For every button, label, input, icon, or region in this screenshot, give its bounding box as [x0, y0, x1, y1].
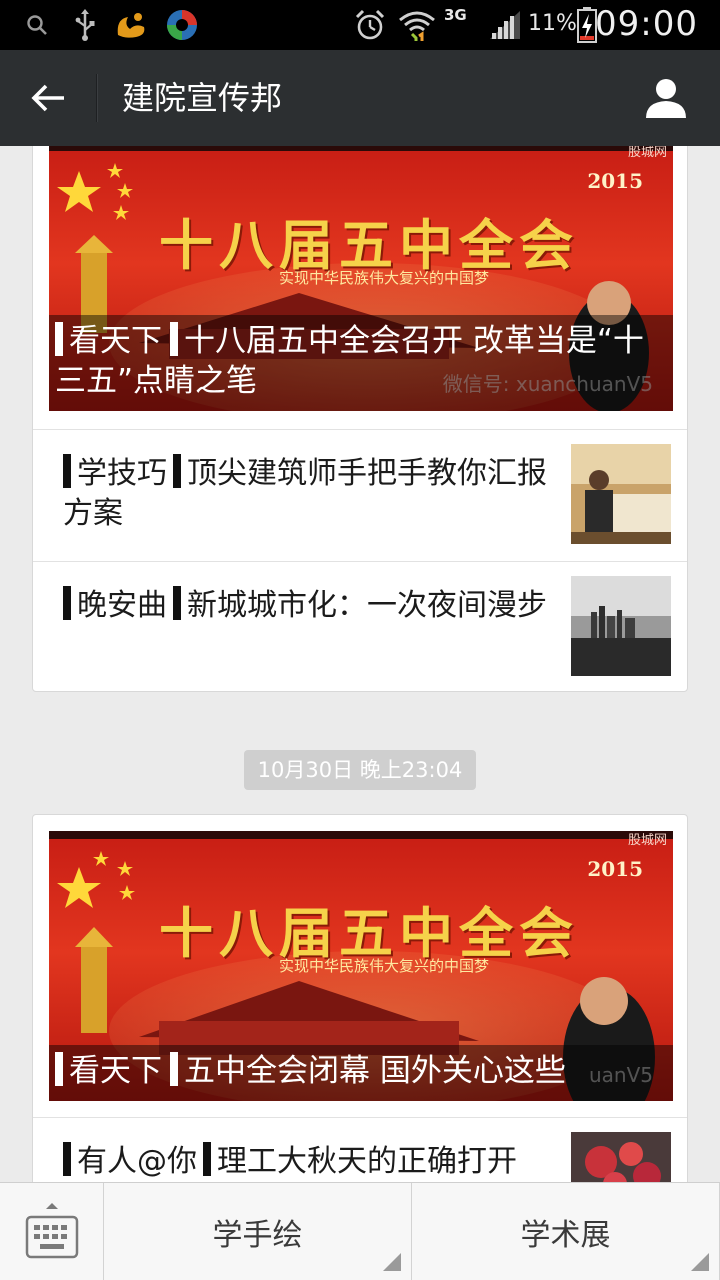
app-bar: 建院宣传邦	[0, 50, 720, 146]
article-tag: 看天下	[69, 1053, 162, 1089]
submenu-indicator-icon	[383, 1253, 401, 1271]
menu-button-academic-exhibition[interactable]: 学术展	[412, 1183, 720, 1280]
article-title: 有人@你 理工大秋天的正确打开	[63, 1142, 553, 1182]
list-item[interactable]: 有人@你 理工大秋天的正确打开	[33, 1117, 687, 1182]
hero-image-watermark: 股城网	[627, 146, 667, 160]
autumn-leaves-photo	[571, 1132, 671, 1182]
menu-button-hand-drawing[interactable]: 学手绘	[104, 1183, 412, 1280]
article-group-card: 股城网 2015 十八届五中全会 实现中华民族伟大复兴的中国梦 微信号: xua…	[32, 146, 688, 692]
back-button[interactable]	[18, 70, 78, 126]
hero-image-year: 2015	[587, 169, 643, 193]
keyboard-icon	[25, 1203, 79, 1259]
app-icon	[162, 0, 202, 50]
hero-image-subtitle: 实现中华民族伟大复兴的中国梦	[279, 269, 490, 287]
menu-button-label: 学手绘	[212, 1218, 303, 1253]
status-bar: 3G 11% 09:00	[0, 0, 720, 50]
article-tag: 有人@你	[77, 1144, 197, 1179]
list-item[interactable]: 学技巧 顶尖建筑师手把手教你汇报方案	[33, 429, 687, 561]
search-icon	[22, 0, 52, 50]
battery-percent: 11%	[528, 11, 577, 36]
hero-article-title: 看天下 十八届五中全会召开 改革当是“十三五”点睛之笔	[49, 315, 673, 411]
signal-icon	[486, 0, 524, 50]
tag-bar-icon	[170, 322, 178, 356]
profile-button[interactable]	[642, 74, 690, 122]
tag-bar-icon	[170, 1052, 178, 1086]
page-title: 建院宣传邦	[122, 79, 283, 117]
article-title-text: 五中全会闭幕 国外关心这些	[184, 1053, 566, 1089]
hero-article[interactable]: 股城网 2015 十八届五中全会 实现中华民族伟大复兴的中国梦 微信号: xua…	[49, 146, 673, 411]
article-tag: 晚安曲	[77, 588, 167, 623]
network-type-label: 3G	[444, 6, 467, 24]
article-title-text: 理工大秋天的正确打开	[217, 1144, 517, 1179]
tag-bar-icon	[63, 586, 71, 620]
article-title: 学技巧 顶尖建筑师手把手教你汇报方案	[63, 454, 553, 534]
tag-bar-icon	[63, 454, 71, 488]
hero-image-year: 2015	[587, 857, 643, 881]
city-night-photo	[571, 576, 671, 676]
usb-icon	[70, 0, 100, 50]
app-bar-divider	[96, 74, 98, 122]
uc-browser-icon	[112, 0, 152, 50]
tag-bar-icon	[55, 1052, 63, 1086]
timestamp-pill: 10月30日 晚上23:04	[244, 750, 476, 790]
tag-bar-icon	[203, 1142, 211, 1176]
article-title: 晚安曲 新城城市化：一次夜间漫步	[63, 586, 553, 626]
list-item[interactable]: 晚安曲 新城城市化：一次夜间漫步	[33, 561, 687, 693]
keyboard-toggle-button[interactable]	[0, 1183, 104, 1280]
hero-article[interactable]: 股城网 2015 十八届五中全会 实现中华民族伟大复兴的中国梦 uanV5 看天…	[49, 831, 673, 1101]
tag-bar-icon	[55, 322, 63, 356]
tag-bar-icon	[173, 586, 181, 620]
article-tag: 看天下	[69, 323, 162, 359]
tag-bar-icon	[173, 454, 181, 488]
tag-bar-icon	[63, 1142, 71, 1176]
wifi-icon	[396, 0, 438, 50]
architect-photo	[571, 444, 671, 544]
article-title-text: 新城城市化：一次夜间漫步	[187, 588, 547, 623]
hero-image-subtitle: 实现中华民族伟大复兴的中国梦	[279, 957, 490, 975]
submenu-indicator-icon	[691, 1253, 709, 1271]
bottom-menu-bar: 学手绘 学术展	[0, 1182, 720, 1280]
menu-button-label: 学术展	[520, 1218, 611, 1253]
user-profile-icon	[646, 79, 686, 118]
hero-article-title: 看天下 五中全会闭幕 国外关心这些	[49, 1045, 673, 1101]
message-feed[interactable]: 股城网 2015 十八届五中全会 实现中华民族伟大复兴的中国梦 微信号: xua…	[0, 146, 720, 1182]
article-group-card: 股城网 2015 十八届五中全会 实现中华民族伟大复兴的中国梦 uanV5 看天…	[32, 814, 688, 1182]
back-arrow-icon	[31, 84, 64, 112]
hero-image-watermark: 股城网	[627, 833, 667, 848]
article-tag: 学技巧	[77, 456, 167, 491]
clock: 09:00	[595, 4, 698, 44]
alarm-icon	[350, 0, 390, 50]
